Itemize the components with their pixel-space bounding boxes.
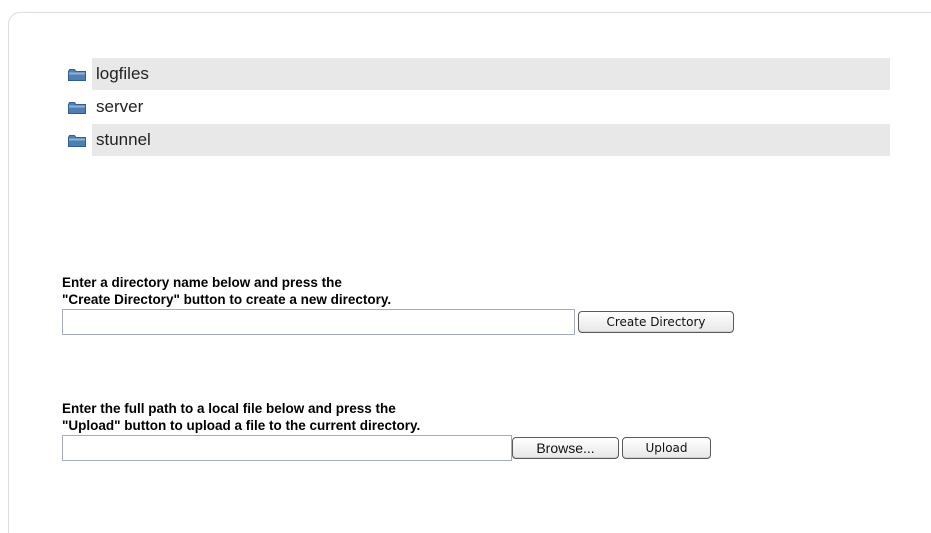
create-directory-button[interactable]: Create Directory xyxy=(578,311,734,333)
directory-name: logfiles xyxy=(96,64,149,83)
create-directory-form: Enter a directory name below and press t… xyxy=(62,274,734,335)
file-path-input[interactable] xyxy=(62,435,512,461)
folder-icon xyxy=(68,69,86,81)
upload-prompt-line2: "Upload" button to upload a file to the … xyxy=(62,418,421,433)
folder-icon xyxy=(68,135,86,147)
directory-row: stunnel xyxy=(92,124,890,156)
upload-form: Enter the full path to a local file belo… xyxy=(62,400,711,461)
browse-button[interactable]: Browse... xyxy=(512,437,619,459)
create-directory-row: Create Directory xyxy=(62,309,734,335)
directory-name: server xyxy=(96,97,144,116)
folder-icon xyxy=(68,102,86,114)
directory-item-stunnel[interactable]: stunnel xyxy=(58,124,890,156)
directory-name-input[interactable] xyxy=(62,309,575,335)
create-directory-prompt-line1: Enter a directory name below and press t… xyxy=(62,275,342,290)
directory-item-logfiles[interactable]: logfiles xyxy=(58,58,890,90)
create-directory-prompt-line2: "Create Directory" button to create a ne… xyxy=(62,292,392,307)
directory-row: server xyxy=(92,91,890,123)
upload-prompt-line1: Enter the full path to a local file belo… xyxy=(62,401,396,416)
upload-button[interactable]: Upload xyxy=(622,437,711,459)
directory-list: logfiles server stunnel xyxy=(58,58,890,157)
directory-row: logfiles xyxy=(92,58,890,90)
directory-name: stunnel xyxy=(96,130,151,149)
upload-row: Browse... Upload xyxy=(62,435,711,461)
directory-item-server[interactable]: server xyxy=(58,91,890,123)
